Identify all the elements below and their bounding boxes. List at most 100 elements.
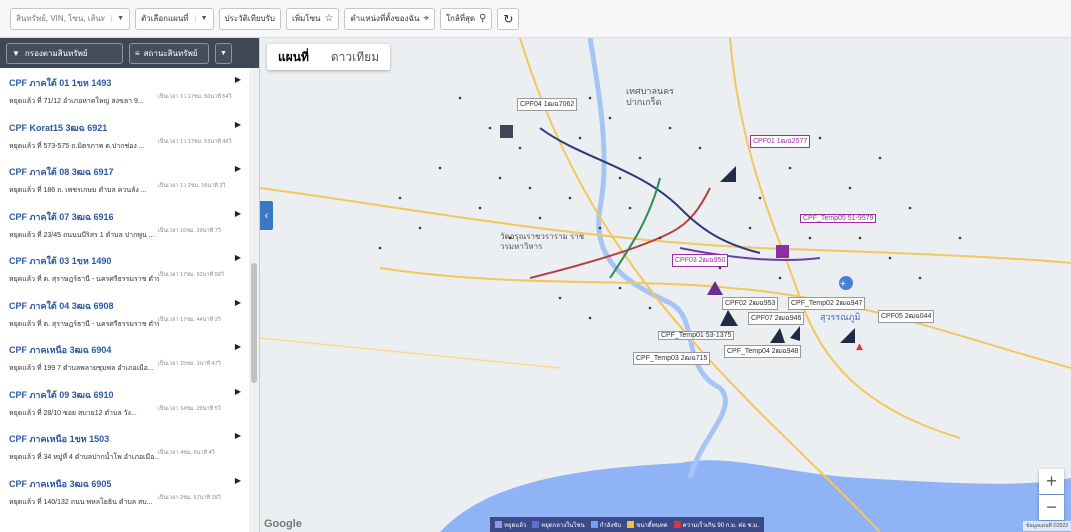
vehicle-label-cpf-temp04[interactable]: CPF_Temp04 2ฒฉ948 xyxy=(724,345,802,358)
legend-swatch xyxy=(590,521,598,529)
sort-by-status-button[interactable]: ≡ สถานะสินทรัพย์ xyxy=(129,42,209,64)
list-item[interactable]: CPF ภาคใต้ 03 1ขห 1490 หยุดแล้ว ที่ ต. ส… xyxy=(0,246,248,291)
asset-duration: เป็นเวลา 17ชม. 44นาที 3วิ xyxy=(158,316,221,323)
caret-right-icon: ▶ xyxy=(234,297,241,307)
list-item[interactable]: CPF Korat15 3ฒฉ 6921 หยุดแล้ว ที่ 573-57… xyxy=(0,113,248,158)
tab-map[interactable]: แผนที่ xyxy=(267,44,320,70)
chevron-down-icon: ▼ xyxy=(111,15,124,22)
caret-right-icon: ▶ xyxy=(234,164,241,173)
compare-history-label: ประวัติเทียบรับ xyxy=(224,14,276,23)
asset-name: CPF Korat15 3ฒฉ 6921 xyxy=(9,122,108,133)
vehicle-label-cpf-temp01[interactable]: CPF_Temp01 53-1375 xyxy=(658,331,735,340)
list-item[interactable]: CPF ภาคเหนือ 3ฒฉ 6905 หยุดแล้ว ที่ 140/1… xyxy=(0,469,248,514)
asset-duration: เป็นเวลา 2ชม. 57นาที 39วิ xyxy=(158,494,221,501)
asset-address: หยุดแล้ว ที่ 71/12 อำเภอหาดใหญ่ สงขลา 9.… xyxy=(9,98,144,105)
legend-item: ขนาดิ์ทนทด xyxy=(627,520,668,530)
place-label: เทศบาลนคร ปากเกร็ด xyxy=(626,86,675,107)
map-attribution[interactable]: ข้อมูลแผนที่ ©2022 xyxy=(1023,521,1071,531)
legend-swatch xyxy=(627,521,635,529)
asset-list-scrollbar[interactable] xyxy=(249,68,259,532)
legend-item: หยุดแล้ว xyxy=(495,520,526,530)
legend-label: ความเร็วเกิน 90 ก.ม. ต่อ ช.ม. xyxy=(682,522,759,529)
list-item[interactable]: CPF ภาคใต้ 07 3ฒฉ 6916 หยุดแล้ว ที่ 23/4… xyxy=(0,202,248,247)
list-item[interactable]: CPF ภาคใต้ 01 1ขห 1493 หยุดแล้ว ที่ 71/1… xyxy=(0,68,248,113)
asset-address: หยุดแล้ว ที่ 23/45 ถนนนบีริสร 1 ตำบล ปาก… xyxy=(9,231,155,239)
legend-label: หยุดกลางในโซน xyxy=(541,522,585,529)
asset-address: หยุดแล้ว ที่ 186 ถ. เพชรเกษม ตำบล ควนลัง… xyxy=(9,187,147,194)
legend-item: ความเร็วเกิน 90 ก.ม. ต่อ ช.ม. xyxy=(673,520,759,530)
legend-label: หยุดแล้ว xyxy=(504,522,527,529)
caret-right-icon: ▶ xyxy=(234,342,241,351)
list-item[interactable]: CPF ภาคใต้ 04 3ฒฉ 6908 หยุดแล้ว ที่ ต. ส… xyxy=(0,291,248,336)
asset-address: หยุดแล้ว ที่ 573-575 ถ.มิตรภาพ ต.ปากช่อง… xyxy=(9,142,145,150)
legend-label: กำลังขับ xyxy=(599,522,622,529)
list-item[interactable]: CPF ภาคเหนือ 3ฒฉ 6904 หยุดแล้ว ที่ 199 7… xyxy=(0,335,248,380)
asset-name: CPF ภาคใต้ 03 1ขห 1490 xyxy=(9,256,112,266)
list-item[interactable]: CPF ภาคใต้ 09 3ฒฉ 6910 หยุดแล้ว ที่ 28/1… xyxy=(0,380,248,425)
asset-name: CPF ภาคใต้ 01 1ขห 1493 xyxy=(9,78,112,88)
asset-address: หยุดแล้ว ที่ 34 หมู่ที่ 4 ตำบลปากน้ำโพ อ… xyxy=(9,454,159,461)
map-type-tabs: แผนที่ ดาวเทียม xyxy=(267,44,391,70)
zoom-out-button[interactable]: − xyxy=(1039,495,1064,520)
vehicle-label-cpf04[interactable]: CPF04 1ฒฉ7062 xyxy=(517,98,578,111)
map-canvas: ✈ ▲ xyxy=(260,38,1071,532)
chevron-down-icon: ▼ xyxy=(194,15,208,22)
list-item[interactable]: CPF ภาคเหนือ 1ขห 1503 หยุดแล้ว ที่ 34 หม… xyxy=(0,424,248,469)
legend-swatch xyxy=(495,521,502,529)
chevron-left-icon: ‹ xyxy=(264,209,269,222)
caret-right-icon: ▶ xyxy=(234,208,241,218)
compare-history-button[interactable]: ประวัติเทียบรับ xyxy=(218,7,282,30)
nearest-button[interactable]: ใกล้ที่สุด ⚲ xyxy=(440,7,493,30)
collapse-panel-button[interactable]: ‹ xyxy=(260,201,273,230)
asset-list: CPF ภาคใต้ 01 1ขห 1493 หยุดแล้ว ที่ 71/1… xyxy=(0,68,248,532)
legend-item: หยุดกลางในโซน xyxy=(532,520,585,530)
sort-dropdown-button[interactable]: ▼ xyxy=(215,42,232,64)
caret-right-icon: ▶ xyxy=(234,253,241,262)
asset-name: CPF ภาคเหนือ 1ขห 1503 xyxy=(9,434,110,444)
vehicle-label-cpf-temp02[interactable]: CPF_Temp02 2ฒฉ947 xyxy=(788,297,866,310)
tab-satellite[interactable]: ดาวเทียม xyxy=(320,44,390,70)
map-view[interactable]: ✈ ▲ CPF04 1ฒฉ7062 CPF01 1ฒฉ2577 CPF_Temp… xyxy=(260,38,1071,532)
asset-name: CPF ภาคใต้ 09 3ฒฉ 6910 xyxy=(9,389,114,400)
asset-name: CPF ภาคใต้ 07 3ฒฉ 6916 xyxy=(9,211,114,222)
list-item[interactable]: CPF ภาคใต้ 08 3ฒฉ 6917 หยุดแล้ว ที่ 186 … xyxy=(0,157,248,202)
vehicle-label-cpf05[interactable]: CPF05 2ฒฉ044 xyxy=(878,310,935,323)
my-location-button[interactable]: ตำแหน่งที่ตั้งของฉัน ⌖ xyxy=(344,7,436,30)
asset-address: หยุดแล้ว ที่ 28/10 ซอย สบาย12 ตำบล วัง..… xyxy=(9,409,137,417)
legend-item: กำลังขับ xyxy=(590,520,622,530)
legend-label: ขนาดิ์ทนทด xyxy=(636,522,668,529)
asset-duration: เป็นเวลา 15ชม. 1นาที 47วิ xyxy=(158,361,221,367)
zoom-in-button[interactable]: + xyxy=(1039,469,1064,494)
caret-right-icon: ▶ xyxy=(234,75,241,84)
asset-duration: เป็นเวลา 1ว 17ชม. 51นาที 46วิ xyxy=(158,138,232,145)
vehicle-label-cpf-temp05[interactable]: CPF_Temp05 51-9579 xyxy=(800,214,877,223)
place-label: วัดอรุณราชวราราม ราชวรมหาวิหาร xyxy=(500,232,585,251)
nearest-label: ใกล้ที่สุด xyxy=(446,14,476,23)
scrollbar-thumb[interactable] xyxy=(251,263,257,383)
asset-duration: เป็นเวลา 17ชม. 52นาที 59วิ xyxy=(158,272,224,278)
add-zone-button[interactable]: เพิ่มโซน ☆ xyxy=(286,7,340,30)
vehicle-label-cpf03[interactable]: CPF03 2ฒฉ950 xyxy=(672,254,729,267)
map-options-dropdown[interactable]: ตัวเลือกแผนที่ ▼ xyxy=(135,7,214,30)
asset-panel: ▼ กรองตามสินทรัพย์ ≡ สถานะสินทรัพย์ ▼ CP… xyxy=(0,38,260,532)
vehicle-label-cpf01[interactable]: CPF01 1ฒฉ2577 xyxy=(750,135,811,148)
asset-address: หยุดแล้ว ที่ 140/132 ถนน พหลโยธิน ตำบล ส… xyxy=(9,498,153,506)
svg-text:✈: ✈ xyxy=(840,280,846,288)
filter-icon: ▼ xyxy=(12,48,20,58)
crosshair-icon: ⌖ xyxy=(423,13,430,24)
place-label: สุวรรณภูมิ xyxy=(820,312,861,322)
chevron-down-icon: ▼ xyxy=(220,49,227,57)
svg-text:▲: ▲ xyxy=(856,342,863,352)
vehicle-label-cpf-temp03[interactable]: CPF_Temp03 2ฒฉ715 xyxy=(633,352,711,365)
refresh-button[interactable]: ↻ xyxy=(497,7,520,30)
filter-by-asset-button[interactable]: ▼ กรองตามสินทรัพย์ xyxy=(6,42,123,64)
sort-by-status-label: สถานะสินทรัพย์ xyxy=(143,48,198,58)
google-logo: Google xyxy=(264,518,302,530)
search-icon: ⚲ xyxy=(479,13,487,24)
filter-by-asset-label: กรองตามสินทรัพย์ xyxy=(24,48,88,58)
asset-search-dropdown[interactable]: สินทรัพย์, VIN, โซน, เส้นทาง... ▼ xyxy=(10,7,130,30)
vehicle-label-cpf07[interactable]: CPF07 2ฒฉ946 xyxy=(748,312,805,325)
map-legend: หยุดแล้ว หยุดกลางในโซน กำลังขับ ขนาดิ์ทน… xyxy=(490,517,764,532)
vehicle-label-cpf02[interactable]: CPF02 2ฒฉ953 xyxy=(722,297,779,310)
caret-right-icon: ▶ xyxy=(234,119,241,129)
